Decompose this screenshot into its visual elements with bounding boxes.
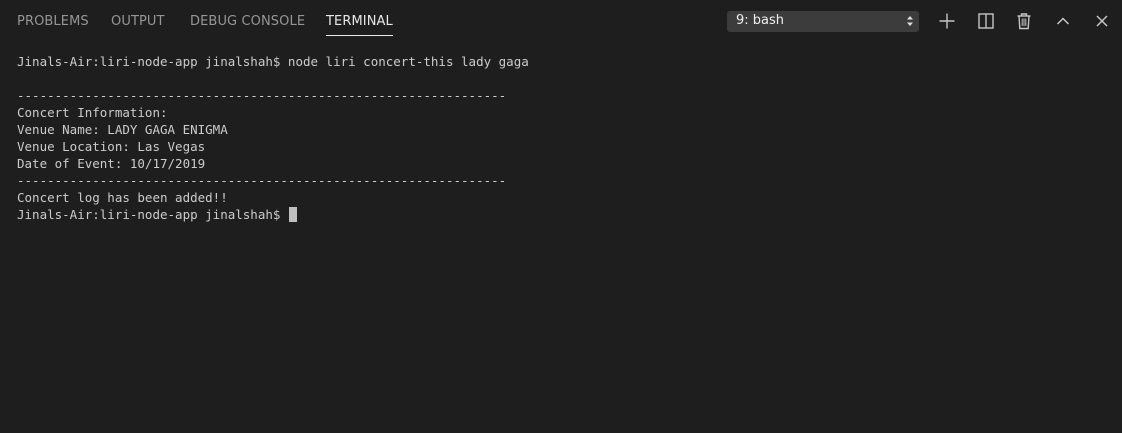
tab-problems[interactable]: PROBLEMS <box>17 14 89 29</box>
terminal-line: Date of Event: 10/17/2019 <box>17 156 206 171</box>
terminal-prompt-line: Jinals-Air:liri-node-app jinalshah$ <box>17 206 1107 223</box>
terminal-line: Concert Information: <box>17 105 168 120</box>
plus-icon[interactable] <box>937 11 957 31</box>
terminal-line: Concert log has been added!! <box>17 190 228 205</box>
tab-terminal-label: TERMINAL <box>326 14 393 29</box>
tab-terminal[interactable]: TERMINAL <box>326 14 393 36</box>
tab-output[interactable]: OUTPUT <box>111 14 165 29</box>
terminal-separator-line: ----------------------------------------… <box>17 88 507 103</box>
panel-tab-bar: PROBLEMS OUTPUT DEBUG CONSOLE TERMINAL 9… <box>0 0 1122 43</box>
terminal-cursor <box>288 207 297 222</box>
terminal-output[interactable]: Jinals-Air:liri-node-app jinalshah$ node… <box>17 53 1107 423</box>
terminal-line: Jinals-Air:liri-node-app jinalshah$ node… <box>17 54 529 69</box>
terminal-line: Venue Location: Las Vegas <box>17 139 206 154</box>
chevron-up-icon[interactable] <box>1053 11 1073 31</box>
terminal-instance-value: 9: bash <box>736 13 785 28</box>
terminal-separator-line: ----------------------------------------… <box>17 173 507 188</box>
terminal-instance-select[interactable]: 9: bash <box>727 11 919 32</box>
split-terminal-icon[interactable] <box>976 11 996 31</box>
tab-debug-console[interactable]: DEBUG CONSOLE <box>190 14 305 29</box>
terminal-prompt: Jinals-Air:liri-node-app jinalshah$ <box>17 207 288 222</box>
trash-icon[interactable] <box>1014 11 1034 31</box>
select-arrows-icon <box>906 14 914 28</box>
terminal-line: Venue Name: LADY GAGA ENIGMA <box>17 122 228 137</box>
terminal-panel: PROBLEMS OUTPUT DEBUG CONSOLE TERMINAL 9… <box>0 0 1122 433</box>
close-icon[interactable] <box>1092 11 1112 31</box>
active-tab-indicator <box>326 35 393 36</box>
